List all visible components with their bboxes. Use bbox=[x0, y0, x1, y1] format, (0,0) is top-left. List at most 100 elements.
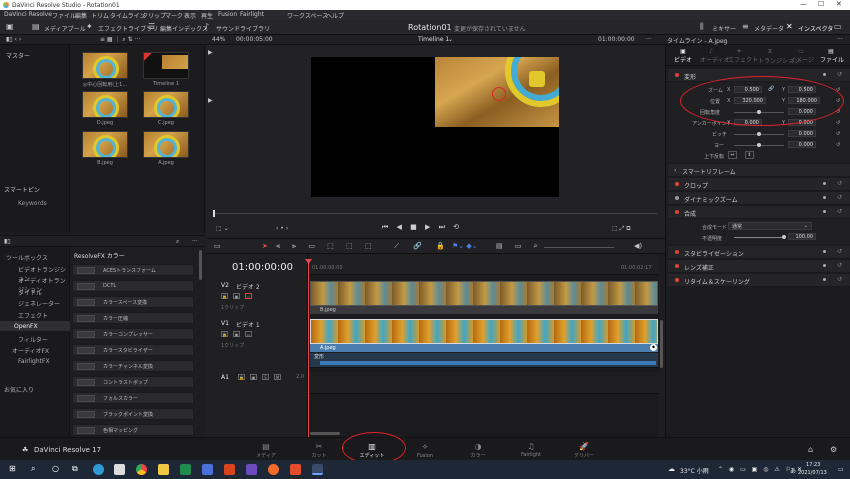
lock-icon[interactable]: 🔒 bbox=[221, 293, 228, 299]
sound-library-icon[interactable]: ♪ bbox=[204, 23, 209, 31]
tab-image[interactable]: ▭ イメージ bbox=[790, 48, 814, 64]
effect-item[interactable]: フォルスカラー bbox=[72, 392, 194, 404]
yaw-field[interactable]: 0.000 bbox=[788, 141, 816, 148]
clip-thumbnail[interactable] bbox=[82, 91, 128, 118]
effects-library-icon[interactable]: ✦ bbox=[86, 23, 93, 31]
selection-tool-icon[interactable]: ➤ bbox=[262, 242, 268, 250]
excel-icon[interactable] bbox=[180, 464, 191, 475]
nav-arrows[interactable]: ‹ • › bbox=[276, 225, 288, 232]
metadata-icon[interactable]: ≡ bbox=[742, 23, 749, 31]
edge-icon[interactable] bbox=[93, 464, 104, 475]
scrubber-playhead[interactable] bbox=[213, 210, 215, 217]
timeline-vscroll[interactable] bbox=[660, 320, 663, 368]
lock-icon[interactable]: 🔒 bbox=[238, 374, 245, 380]
tree-openfx-row[interactable]: OpenFX bbox=[0, 321, 70, 331]
edit-tools[interactable]: ⫷ ⫸ ▭ ⬚ ⬚ ⬚ bbox=[276, 242, 376, 251]
page-deliver[interactable]: 🚀 デリバー bbox=[562, 442, 606, 459]
timeline-zoom-slider[interactable] bbox=[544, 247, 614, 248]
timeline-name[interactable]: Timeline 1 bbox=[418, 36, 449, 43]
playhead-line[interactable] bbox=[308, 262, 309, 437]
audio-icon[interactable]: ◀) bbox=[634, 242, 642, 250]
tab-audio[interactable]: ♪ オーディオ bbox=[700, 48, 730, 64]
page-fairlight[interactable]: ♫ Fairlight bbox=[509, 442, 553, 458]
home-icon[interactable]: ⌂ bbox=[808, 445, 813, 454]
edit-index-icon[interactable]: ☰ bbox=[148, 23, 155, 31]
mixer-button[interactable]: ミキサー bbox=[712, 24, 736, 33]
firefox-icon[interactable] bbox=[268, 464, 279, 475]
viewer-zoom[interactable]: 44% bbox=[212, 36, 225, 43]
yaw-slider-knob[interactable] bbox=[757, 143, 761, 147]
tree-openfx[interactable]: OpenFX bbox=[14, 323, 38, 330]
page-media[interactable]: ▤ メディア bbox=[244, 442, 288, 459]
tab-transition[interactable]: ⧖ トランジション bbox=[758, 48, 800, 65]
solo-button[interactable]: S bbox=[262, 374, 269, 380]
app-icon[interactable] bbox=[246, 464, 257, 475]
bin-list-toggle[interactable]: ▮▯ ‹ › bbox=[6, 36, 21, 43]
menu-davinci[interactable]: DaVinci Resolve bbox=[4, 11, 52, 18]
keywords-bin[interactable]: Keywords bbox=[18, 200, 47, 207]
effect-item[interactable]: ブラックポイント変換 bbox=[72, 408, 194, 420]
metadata-button[interactable]: メタデータ bbox=[754, 24, 784, 33]
viewer-tool-icon[interactable]: ⬚ ⌄ bbox=[216, 225, 229, 232]
menu-fairlight[interactable]: Fairlight bbox=[240, 11, 264, 18]
auto-select-icon[interactable]: ▣ bbox=[233, 331, 240, 337]
inspector-icon[interactable]: ✕ bbox=[786, 23, 793, 31]
section-composite[interactable]: 合成 ↺ bbox=[668, 206, 850, 219]
effect-item[interactable]: カラー圧縮 bbox=[72, 312, 194, 324]
disable-track-icon[interactable]: ▭ bbox=[245, 331, 252, 337]
menu-trim[interactable]: トリム bbox=[91, 11, 109, 20]
tree-generators[interactable]: ジェネレーター bbox=[18, 299, 60, 308]
timeline-clip-a[interactable] bbox=[310, 319, 658, 344]
effects-scrollbar[interactable] bbox=[199, 250, 202, 280]
tab-video[interactable]: ▣ ビデオ bbox=[672, 48, 694, 64]
menu-file[interactable]: ファイル bbox=[52, 11, 76, 20]
section-dynamic-zoom[interactable]: ダイナミックズーム ↺ bbox=[668, 192, 850, 205]
more-options-icon[interactable]: ··· bbox=[192, 238, 198, 245]
office-icon[interactable] bbox=[224, 464, 235, 475]
flip-vertical-button[interactable]: ⇕ bbox=[745, 151, 754, 159]
clip-thumbnail[interactable] bbox=[82, 131, 128, 158]
timeline-hscroll[interactable] bbox=[310, 432, 340, 435]
mixer-icon[interactable]: ⫼ bbox=[700, 23, 704, 31]
tree-filters[interactable]: フィルター bbox=[18, 335, 48, 344]
snap-link-icons[interactable]: ⟋ 🔗 🔒 bbox=[394, 242, 451, 251]
track-name[interactable]: ビデオ 2 bbox=[236, 282, 260, 291]
transport-controls[interactable]: ⏮ ◀ ■ ▶ ⏭ ⟲ bbox=[382, 223, 462, 232]
scrubber-bar[interactable] bbox=[213, 213, 657, 214]
store-icon[interactable] bbox=[114, 464, 125, 475]
inspector-button[interactable]: インスペクタ bbox=[798, 24, 833, 33]
opacity-slider[interactable] bbox=[734, 237, 784, 238]
timeline-ruler[interactable]: 01:00:00:00 01:00:02:17 bbox=[309, 255, 659, 275]
reset-icon[interactable]: ↺ bbox=[836, 142, 840, 148]
clip-thumbnail[interactable] bbox=[143, 131, 189, 158]
app-icon[interactable] bbox=[290, 464, 301, 475]
zoom-tools[interactable]: ▤ ▭ ⌕ bbox=[496, 242, 543, 251]
search-icon[interactable]: ⌕ bbox=[176, 238, 179, 246]
effect-item[interactable]: カラースタビライザー bbox=[72, 344, 194, 356]
menu-timeline[interactable]: タイムライン bbox=[110, 11, 146, 20]
reset-icon[interactable]: ↺ bbox=[836, 131, 840, 137]
clock-date[interactable]: 2021/07/13 bbox=[798, 470, 827, 476]
disable-track-icon[interactable]: ▭ bbox=[245, 293, 252, 299]
effect-item[interactable]: 色相マッピング bbox=[72, 424, 194, 436]
timeline-thumbnail[interactable] bbox=[143, 52, 189, 79]
clip-thumbnail[interactable] bbox=[82, 52, 128, 79]
clock-time[interactable]: 17:23 bbox=[806, 462, 820, 468]
lock-icon[interactable]: 🔒 bbox=[221, 331, 228, 337]
menu-fusion[interactable]: Fusion bbox=[218, 11, 237, 18]
close-button[interactable]: ✕ bbox=[836, 0, 842, 8]
viewer-canvas[interactable] bbox=[311, 57, 559, 197]
reset-icon[interactable]: ↺ bbox=[836, 120, 840, 126]
task-view-icon[interactable]: ⧉ bbox=[72, 464, 78, 474]
effect-item[interactable]: コントラストポップ bbox=[72, 376, 194, 388]
davinci-taskbar-icon[interactable] bbox=[312, 464, 323, 475]
panel-toggle-icon[interactable]: ▮▯ bbox=[4, 238, 11, 245]
page-cut[interactable]: ✂ カット bbox=[297, 442, 341, 459]
section-smart-reframe[interactable]: スマートリフレーム › bbox=[668, 164, 850, 177]
page-fusion[interactable]: ⟡ Fusion bbox=[403, 442, 447, 459]
panel-layout-icon[interactable]: ▣ bbox=[6, 23, 14, 31]
tab-file[interactable]: ▤ ファイル bbox=[820, 48, 844, 64]
chevron-down-icon[interactable]: ⌄ bbox=[448, 36, 453, 43]
settings-gear-icon[interactable]: ⚙ bbox=[830, 445, 837, 454]
effect-item[interactable]: カラースペース変換 bbox=[72, 296, 194, 308]
